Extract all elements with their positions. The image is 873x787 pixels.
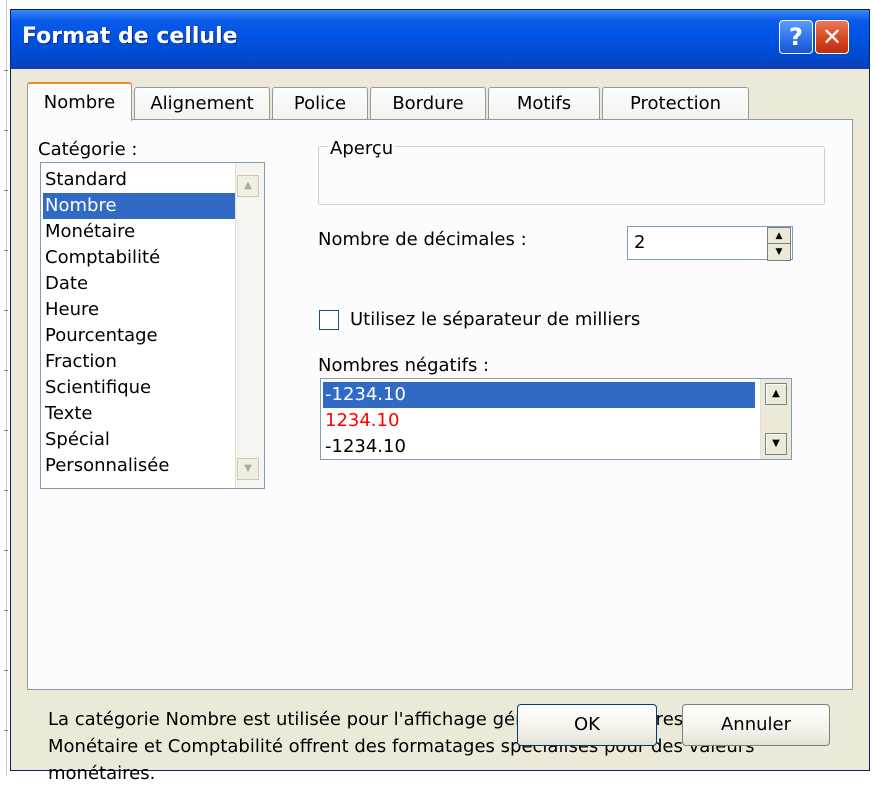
preview-label: Aperçu [328,138,396,159]
tab-bordure[interactable]: Bordure [370,87,486,120]
tab-panel-nombre: Catégorie : Standard Nombre Monétaire Co… [27,119,853,784]
category-list[interactable]: Standard Nombre Monétaire Comptabilité D… [40,162,265,489]
edge-tick [4,250,8,251]
edge-tick [4,310,8,311]
category-item-fraction[interactable]: Fraction [43,349,117,375]
spin-down-icon[interactable]: ▼ [767,243,791,261]
decimals-value[interactable]: 2 [634,232,645,253]
edge-tick [4,730,8,731]
scroll-down-icon[interactable]: ▼ [765,433,787,455]
edge-tick [4,550,8,551]
edge-tick [4,670,8,671]
negative-item-3[interactable]: -1234.10 [323,434,406,459]
decimals-stepper[interactable]: 2 ▲ ▼ [627,226,793,261]
cancel-button[interactable]: Annuler [682,704,830,746]
category-item-nombre[interactable]: Nombre [43,193,235,219]
category-item-monetaire[interactable]: Monétaire [43,219,135,245]
category-item-date[interactable]: Date [43,271,88,297]
left-edge [0,0,7,776]
thousands-separator-checkbox[interactable] [319,310,339,330]
edge-tick [4,610,8,611]
tab-strip: Nombre Alignement Police Bordure Motifs … [27,82,767,121]
title-bar[interactable]: Format de cellule ? ✕ [11,10,869,69]
scroll-up-icon[interactable]: ▲ [765,383,787,405]
category-item-standard[interactable]: Standard [43,167,127,193]
edge-tick [4,430,8,431]
category-item-comptabilite[interactable]: Comptabilité [43,245,160,271]
scroll-up-icon[interactable]: ▲ [237,175,259,197]
tab-protection[interactable]: Protection [602,87,749,120]
tab-police[interactable]: Police [272,87,368,120]
category-label: Catégorie : [38,139,138,160]
edge-tick [4,370,8,371]
edge-tick [4,70,8,71]
category-item-texte[interactable]: Texte [43,401,92,427]
edge-tick [4,190,8,191]
category-scrollbar[interactable]: ▲ ▼ [235,163,264,488]
edge-tick [4,490,8,491]
help-button[interactable]: ? [779,20,813,54]
scroll-down-icon[interactable]: ▼ [237,458,259,480]
ok-button[interactable]: OK [517,704,657,746]
category-item-pourcentage[interactable]: Pourcentage [43,323,158,349]
dialog-title: Format de cellule [22,24,238,49]
negative-item-2[interactable]: 1234.10 [323,408,399,434]
negative-numbers-list[interactable]: -1234.10 1234.10 -1234.10 ▲ ▼ [320,378,792,460]
category-item-special[interactable]: Spécial [43,427,110,453]
tab-alignement[interactable]: Alignement [134,87,270,120]
close-button[interactable]: ✕ [815,20,849,54]
negative-scrollbar[interactable]: ▲ ▼ [760,379,791,459]
negative-item-1[interactable]: -1234.10 [323,382,755,408]
negative-numbers-label: Nombres négatifs : [318,355,490,376]
category-item-heure[interactable]: Heure [43,297,99,323]
decimals-label: Nombre de décimales : [318,229,527,250]
edge-tick [4,130,8,131]
category-item-scientifique[interactable]: Scientifique [43,375,151,401]
tab-nombre[interactable]: Nombre [27,82,132,121]
thousands-separator-label[interactable]: Utilisez le séparateur de milliers [350,309,640,330]
format-cell-dialog: Format de cellule ? ✕ Nombre Alignement … [10,9,870,784]
tab-motifs[interactable]: Motifs [488,87,600,120]
category-item-personnalisee[interactable]: Personnalisée [43,453,169,479]
